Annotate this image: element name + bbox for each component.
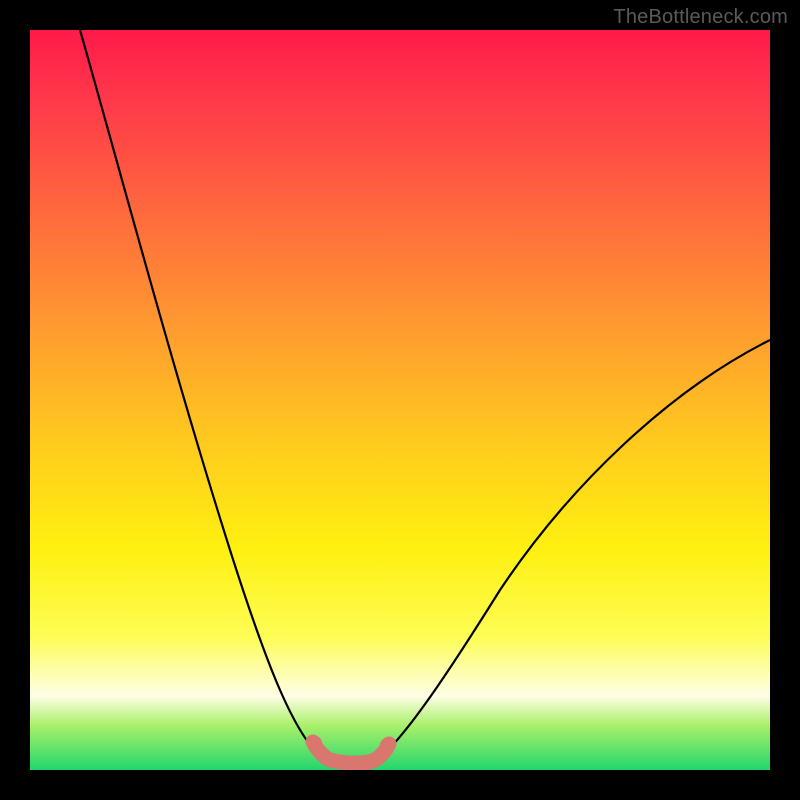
trough-dot <box>364 754 376 766</box>
left-curve <box>80 30 320 756</box>
plot-area <box>30 30 770 770</box>
trough-dot <box>324 753 336 765</box>
right-curve <box>382 340 770 756</box>
trough-dot <box>344 757 356 769</box>
chart-frame: TheBottleneck.com <box>0 0 800 800</box>
trough-right-knob <box>380 738 394 752</box>
attribution-text: TheBottleneck.com <box>613 6 788 29</box>
trough-left-knob <box>308 736 322 750</box>
curve-svg <box>30 30 770 770</box>
